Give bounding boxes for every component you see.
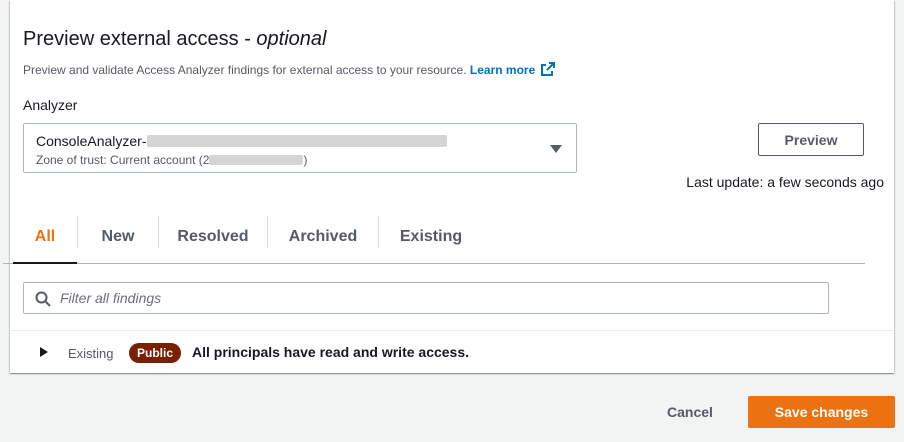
title-optional: optional xyxy=(256,28,327,50)
finding-row: Existing Public All principals have read… xyxy=(10,332,894,372)
last-update-status: Last update: a few seconds ago xyxy=(686,174,884,190)
tab-label: Archived xyxy=(288,227,358,245)
redacted-analyzer-id xyxy=(146,135,447,147)
description-text: Preview and validate Access Analyzer fin… xyxy=(23,63,470,77)
preview-button[interactable]: Preview xyxy=(758,123,864,156)
analyzer-selected-value: ConsoleAnalyzer- xyxy=(36,133,447,149)
analyzer-zone-of-trust: Zone of trust: Current account (2) xyxy=(36,153,307,167)
search-input[interactable] xyxy=(60,288,820,308)
findings-tabs: All New Resolved Archived Existing xyxy=(3,210,865,264)
findings-divider xyxy=(10,330,894,331)
section-description: Preview and validate Access Analyzer fin… xyxy=(23,61,556,80)
title-text: Preview external access - xyxy=(23,28,257,50)
tab-label: All xyxy=(34,227,56,245)
redacted-account-id xyxy=(209,155,304,165)
learn-more-link[interactable]: Learn more xyxy=(470,63,535,77)
tab-label: New xyxy=(101,227,135,245)
zone-prefix: Zone of trust: Current account ( xyxy=(36,153,203,167)
cancel-button[interactable]: Cancel xyxy=(652,396,728,428)
tab-new[interactable]: New xyxy=(78,210,158,263)
tab-label: Existing xyxy=(399,227,463,245)
zone-first-char: 2 xyxy=(202,153,210,167)
zone-suffix: ) xyxy=(303,153,308,167)
search-icon xyxy=(35,291,51,312)
page-title: Preview external access - optional xyxy=(23,28,326,51)
caret-down-icon[interactable] xyxy=(550,145,562,153)
save-changes-button[interactable]: Save changes xyxy=(748,396,895,428)
tab-label: Resolved xyxy=(177,227,249,245)
analyzer-name: ConsoleAnalyzer- xyxy=(36,133,147,149)
tab-archived[interactable]: Archived xyxy=(268,210,378,263)
tab-all[interactable]: All xyxy=(13,210,77,264)
filter-findings-search xyxy=(23,282,829,314)
analyzer-label: Analyzer xyxy=(23,97,78,113)
finding-status: Existing xyxy=(68,346,114,361)
tab-resolved[interactable]: Resolved xyxy=(159,210,267,263)
analyzer-select[interactable]: ConsoleAnalyzer- Zone of trust: Current … xyxy=(23,123,577,173)
caret-right-icon[interactable] xyxy=(40,347,48,357)
public-badge: Public xyxy=(129,343,182,363)
external-link-icon[interactable] xyxy=(540,61,556,80)
finding-description: All principals have read and write acces… xyxy=(192,344,470,360)
tab-existing[interactable]: Existing xyxy=(379,210,483,263)
